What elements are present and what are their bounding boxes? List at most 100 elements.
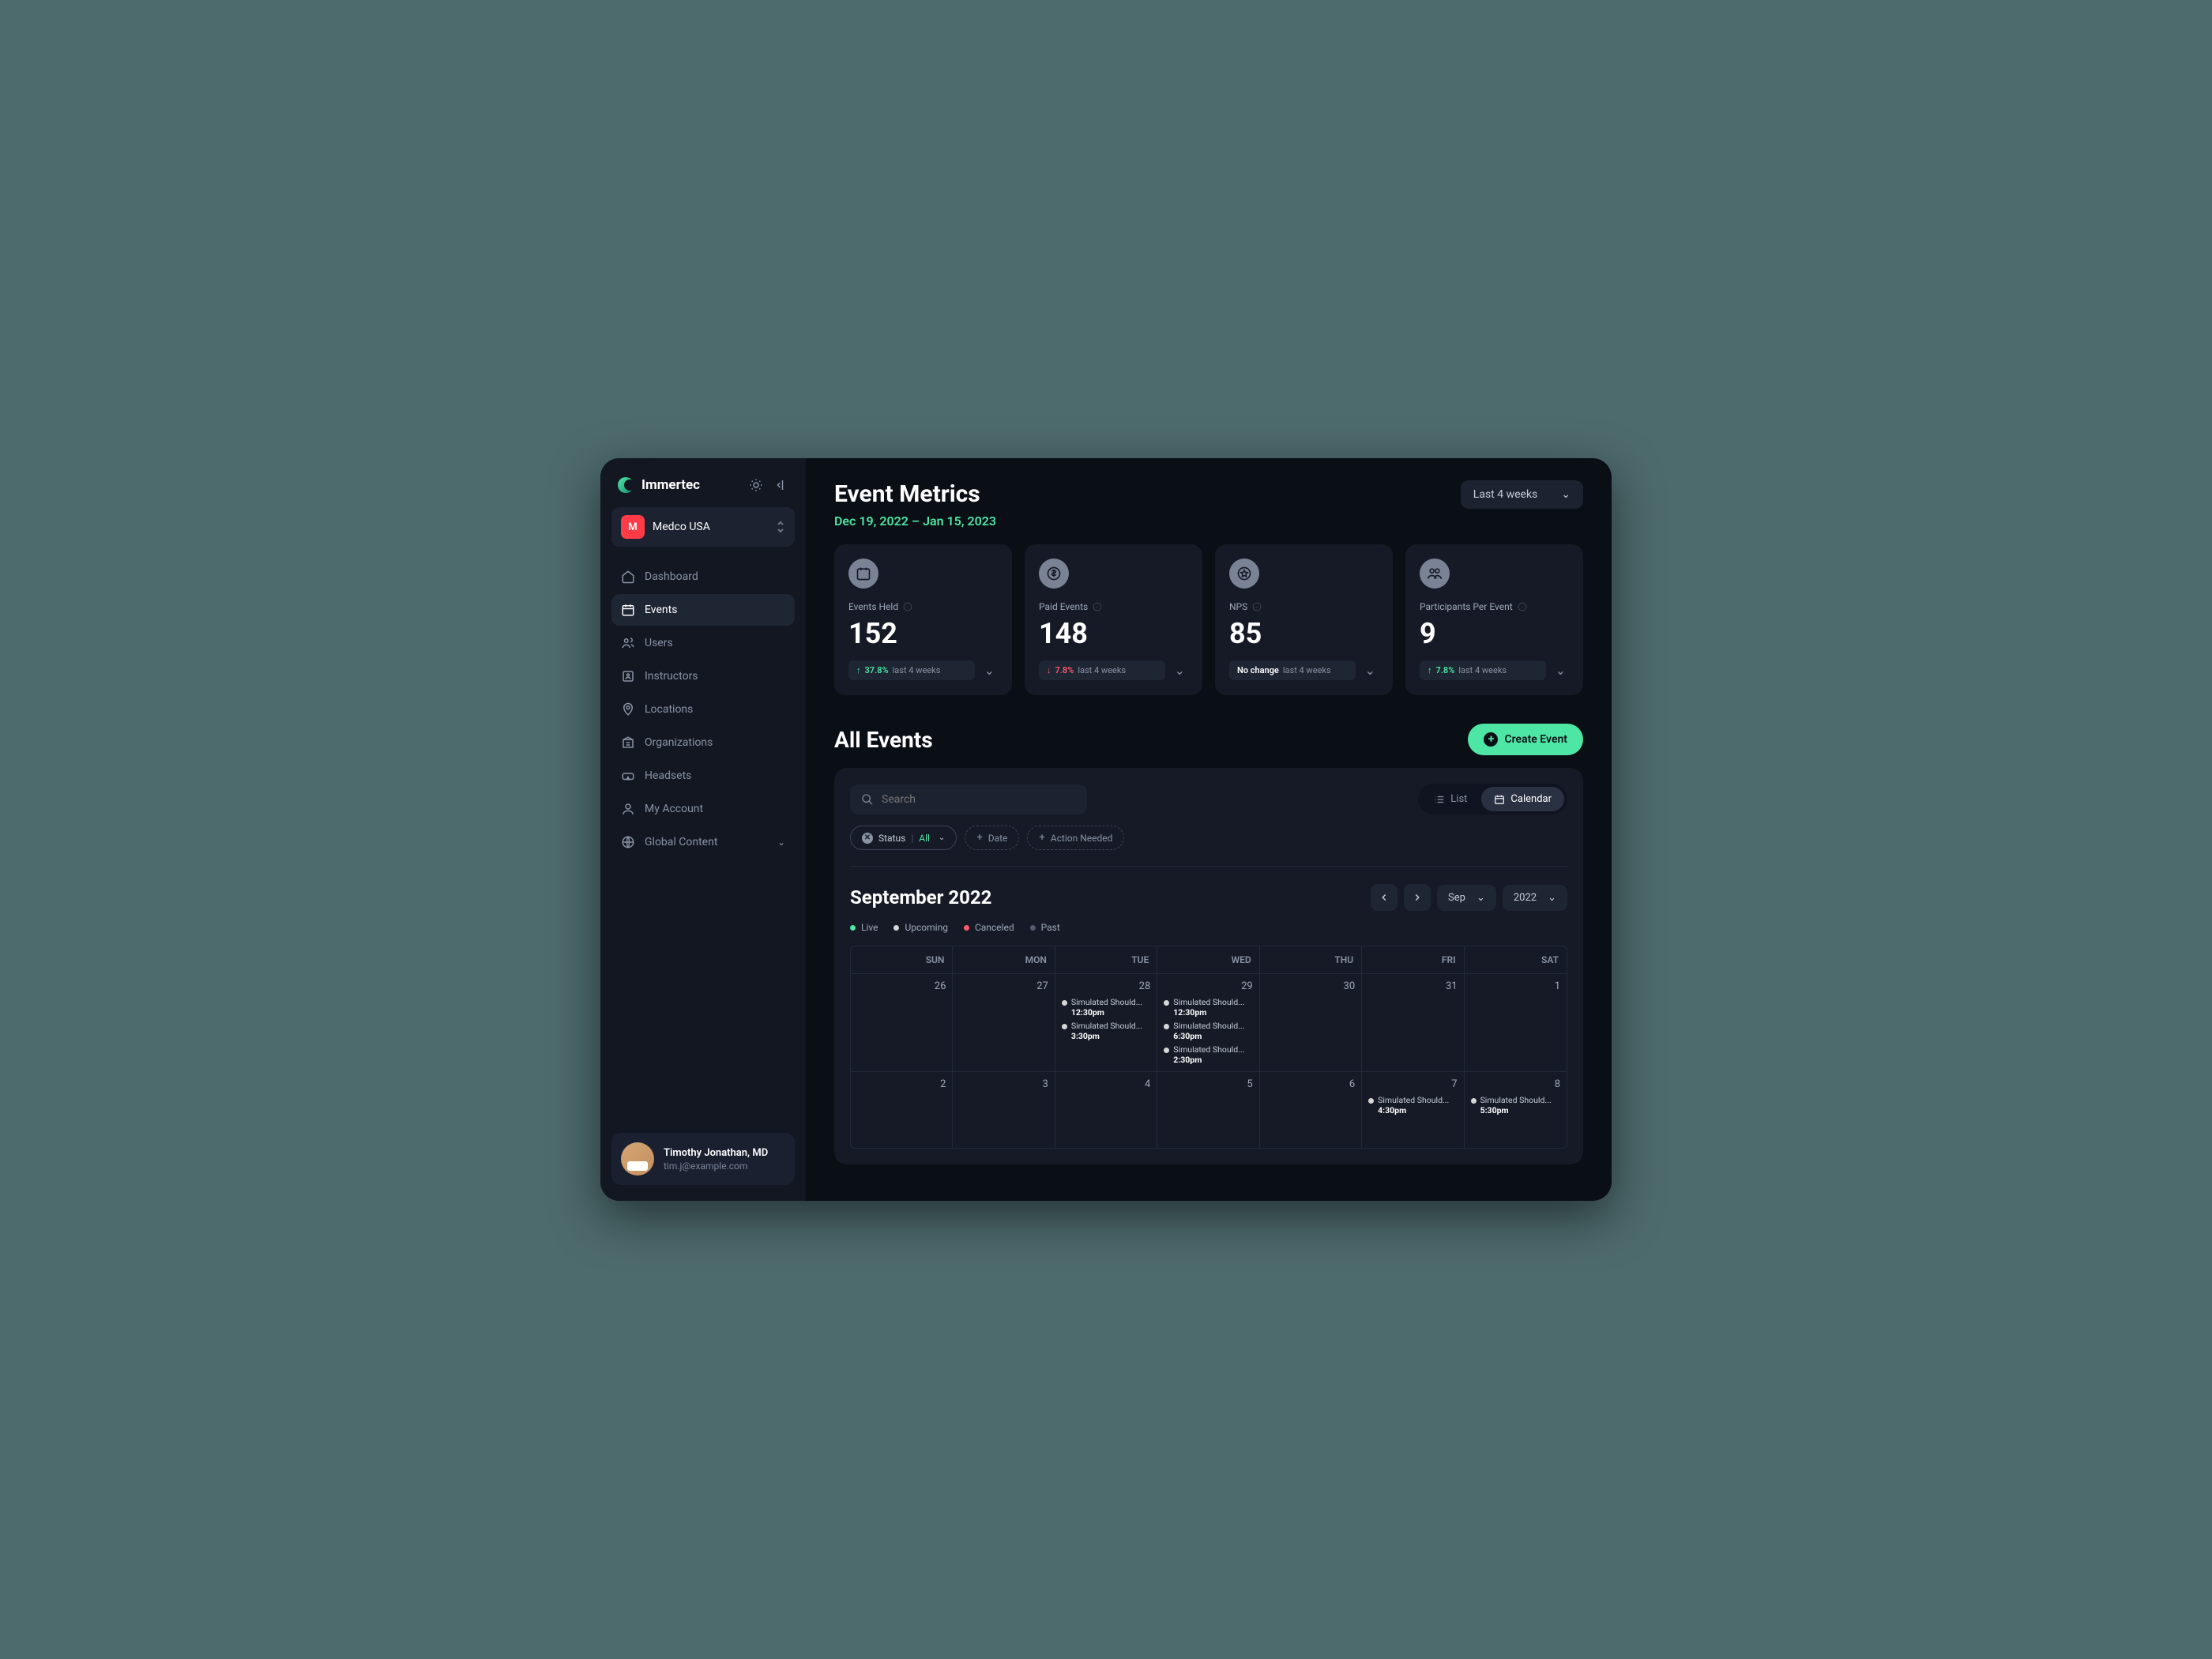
legend-live: Live bbox=[850, 922, 878, 933]
calendar-cell[interactable]: 29 Simulated Should...12:30pm Simulated Sh… bbox=[1157, 974, 1259, 1071]
view-calendar-button[interactable]: Calendar bbox=[1481, 787, 1564, 811]
metric-card: NPS 85 No changelast 4 weeks ⌄ bbox=[1215, 544, 1393, 695]
sidebar-item-label: Headsets bbox=[645, 769, 691, 782]
filter-status[interactable]: ✕ Status | All ⌄ bbox=[850, 826, 957, 850]
sidebar-item-organizations[interactable]: Organizations bbox=[611, 727, 795, 758]
collapse-sidebar-icon[interactable] bbox=[774, 478, 788, 492]
calendar-date: 7 bbox=[1368, 1078, 1457, 1090]
calendar-grid: SUNMONTUEWEDTHUFRISAT 262728Simulated Sh… bbox=[850, 946, 1567, 1149]
calendar-cell[interactable]: 3 bbox=[953, 1072, 1055, 1148]
calendar-cell[interactable]: 4 bbox=[1055, 1072, 1157, 1148]
month-select[interactable]: Sep⌄ bbox=[1437, 885, 1496, 911]
calendar-date: 29 bbox=[1164, 980, 1252, 992]
info-icon bbox=[1093, 602, 1102, 611]
close-icon[interactable]: ✕ bbox=[862, 833, 873, 844]
calendar-cell[interactable]: 2 bbox=[851, 1072, 953, 1148]
search-field[interactable] bbox=[882, 793, 1076, 806]
sidebar-item-dashboard[interactable]: Dashboard bbox=[611, 561, 795, 592]
create-event-button[interactable]: + Create Event bbox=[1468, 724, 1583, 755]
range-select[interactable]: Last 4 weeks ⌄ bbox=[1461, 480, 1583, 509]
status-dot-icon bbox=[1164, 1024, 1169, 1029]
trend-pill: ↑7.8%last 4 weeks bbox=[1420, 660, 1546, 680]
user-card[interactable]: Timothy Jonathan, MD tim.j@example.com bbox=[611, 1133, 795, 1185]
range-select-label: Last 4 weeks bbox=[1473, 488, 1537, 501]
search-icon bbox=[861, 793, 874, 806]
sidebar-item-global[interactable]: Global Content⌄ bbox=[611, 826, 795, 858]
events-title: All Events bbox=[834, 727, 933, 753]
calendar-event[interactable]: Simulated Should...2:30pm bbox=[1164, 1044, 1252, 1065]
sidebar-item-label: Dashboard bbox=[645, 570, 698, 583]
calendar-day-header: THU bbox=[1260, 946, 1362, 973]
metric-expand-button[interactable]: ⌄ bbox=[1362, 660, 1379, 681]
metric-expand-button[interactable]: ⌄ bbox=[981, 660, 998, 681]
filter-action[interactable]: + Action Needed bbox=[1027, 826, 1124, 850]
calendar-day-header: SAT bbox=[1465, 946, 1567, 973]
trend-pill: ↓7.8%last 4 weeks bbox=[1039, 660, 1165, 680]
sidebar-item-headsets[interactable]: Headsets bbox=[611, 760, 795, 792]
calendar-title: September 2022 bbox=[850, 886, 991, 908]
brand-name: Immertec bbox=[641, 477, 700, 493]
view-list-button[interactable]: List bbox=[1421, 787, 1480, 811]
sidebar-item-label: Organizations bbox=[645, 736, 713, 749]
sidebar-item-label: Events bbox=[645, 604, 677, 616]
legend-canceled: Canceled bbox=[964, 922, 1014, 933]
calendar-next-button[interactable] bbox=[1404, 884, 1431, 911]
events-panel: List Calendar ✕ Status | All ⌄ bbox=[834, 768, 1583, 1164]
calendar-day-header: WED bbox=[1157, 946, 1259, 973]
search-input[interactable] bbox=[850, 784, 1087, 814]
calendar-event[interactable]: Simulated Should...6:30pm bbox=[1164, 1021, 1252, 1041]
metric-label: Paid Events bbox=[1039, 601, 1188, 612]
sidebar: Immertec M Medco USA Dashboard Events Us… bbox=[600, 458, 806, 1201]
calendar-event[interactable]: Simulated Should...12:30pm bbox=[1164, 997, 1252, 1018]
calendar-event[interactable]: Simulated Should...5:30pm bbox=[1471, 1095, 1560, 1115]
calendar-cell[interactable]: 1 bbox=[1465, 974, 1567, 1071]
calendar-legend: Live Upcoming Canceled Past bbox=[850, 922, 1567, 933]
filter-status-value: All bbox=[919, 833, 930, 844]
chevron-down-icon: ⌄ bbox=[1477, 892, 1485, 904]
sidebar-item-label: Locations bbox=[645, 703, 693, 716]
calendar-cell[interactable]: 31 bbox=[1362, 974, 1464, 1071]
plus-icon: + bbox=[1039, 832, 1044, 844]
calendar-cell[interactable]: 26 bbox=[851, 974, 953, 1071]
calendar-event[interactable]: Simulated Should...4:30pm bbox=[1368, 1095, 1457, 1115]
building-icon bbox=[621, 735, 635, 750]
org-selector[interactable]: M Medco USA bbox=[611, 507, 795, 547]
calendar-cell[interactable]: 7 Simulated Should...4:30pm bbox=[1362, 1072, 1464, 1148]
calendar-day-header: TUE bbox=[1055, 946, 1157, 973]
calendar-date: 28 bbox=[1062, 980, 1150, 992]
metric-icon bbox=[848, 559, 878, 589]
theme-toggle-icon[interactable] bbox=[749, 478, 763, 492]
calendar-day-header: MON bbox=[953, 946, 1055, 973]
legend-past: Past bbox=[1030, 922, 1060, 933]
chevron-down-icon: ⌄ bbox=[1561, 488, 1571, 501]
calendar-cell[interactable]: 6 bbox=[1260, 1072, 1362, 1148]
sidebar-item-locations[interactable]: Locations bbox=[611, 694, 795, 725]
sidebar-item-users[interactable]: Users bbox=[611, 627, 795, 659]
metric-expand-button[interactable]: ⌄ bbox=[1172, 660, 1188, 681]
calendar-cell[interactable]: 8Simulated Should...5:30pm bbox=[1465, 1072, 1567, 1148]
main-content: Event Metrics Last 4 weeks ⌄ Dec 19, 202… bbox=[806, 458, 1612, 1201]
sidebar-header: Immertec bbox=[611, 474, 795, 507]
calendar-date: 6 bbox=[1266, 1078, 1355, 1090]
metric-expand-button[interactable]: ⌄ bbox=[1552, 660, 1569, 681]
badge-icon bbox=[621, 669, 635, 683]
vr-icon bbox=[621, 769, 635, 783]
sidebar-item-account[interactable]: My Account bbox=[611, 793, 795, 825]
plus-icon: + bbox=[976, 832, 982, 844]
calendar-cell[interactable]: 30 bbox=[1260, 974, 1362, 1071]
view-calendar-label: Calendar bbox=[1510, 793, 1552, 805]
users-icon bbox=[621, 636, 635, 650]
sidebar-item-instructors[interactable]: Instructors bbox=[611, 660, 795, 692]
calendar-event[interactable]: Simulated Should...12:30pm bbox=[1062, 997, 1150, 1018]
year-select[interactable]: 2022⌄ bbox=[1503, 885, 1567, 911]
calendar-cell[interactable]: 28 Simulated Should...12:30pm Simulated Sh… bbox=[1055, 974, 1157, 1071]
filter-date[interactable]: + Date bbox=[965, 826, 1019, 850]
calendar-cell[interactable]: 27 bbox=[953, 974, 1055, 1071]
calendar-event[interactable]: Simulated Should...3:30pm bbox=[1062, 1021, 1150, 1041]
calendar-cell[interactable]: 5 bbox=[1157, 1072, 1259, 1148]
sidebar-item-events[interactable]: Events bbox=[611, 594, 795, 626]
calendar-prev-button[interactable] bbox=[1371, 884, 1398, 911]
logo-icon bbox=[618, 477, 634, 493]
metric-card: Paid Events 148 ↓7.8%last 4 weeks ⌄ bbox=[1025, 544, 1202, 695]
sidebar-item-label: Users bbox=[645, 637, 673, 649]
